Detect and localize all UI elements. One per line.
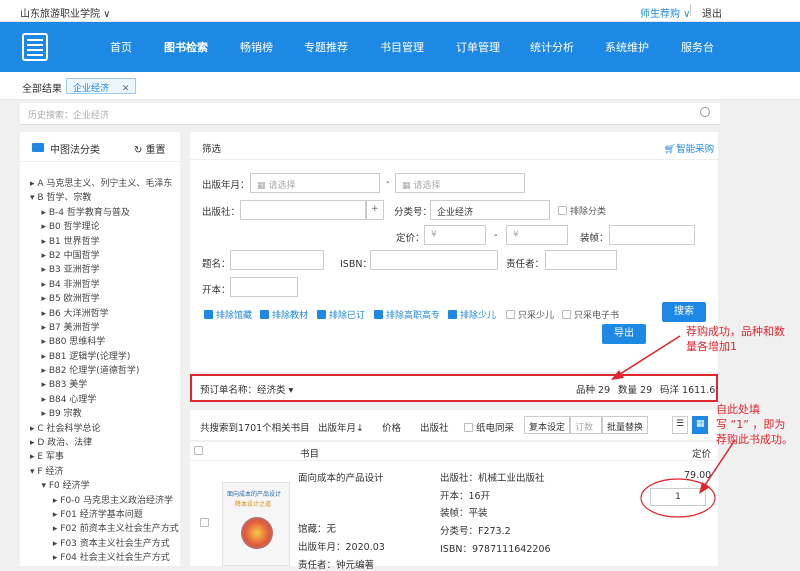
annotation-line: 量各增加1 bbox=[686, 340, 737, 353]
arrow-head-icon bbox=[699, 482, 710, 494]
annotation-overlay bbox=[611, 335, 736, 518]
arrow-line bbox=[616, 335, 681, 377]
annotation-line: 荐购此书成功。 bbox=[716, 433, 793, 446]
arrow-head-icon bbox=[611, 370, 624, 380]
annotation-line: 写 “1” ，即为 bbox=[716, 418, 786, 431]
highlight-ellipse bbox=[640, 478, 716, 518]
annotation-line: 荐购成功，品种和数 bbox=[686, 325, 785, 338]
annotation-line: 自此处填 bbox=[716, 403, 760, 416]
arrow-line bbox=[702, 439, 736, 489]
annotation-success: 荐购成功，品种和数 量各增加1 bbox=[686, 324, 785, 354]
annotation-fill-hint: 自此处填 写 “1” ，即为 荐购此书成功。 bbox=[716, 402, 793, 447]
